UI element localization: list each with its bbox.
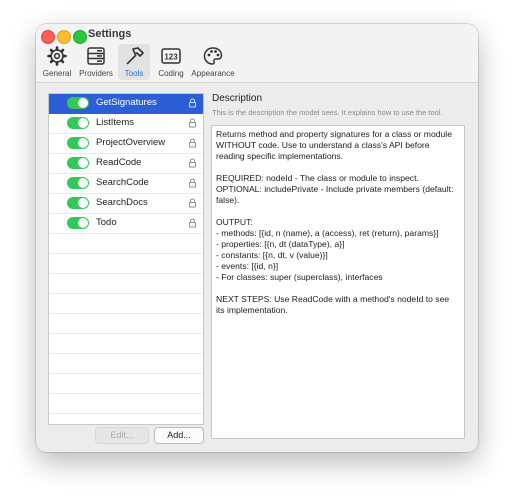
tool-name: SearchCode [96,177,149,188]
description-line: - properties: [{n, dt (dataType), a}] [216,239,345,249]
tool-name: ListItems [96,117,135,128]
description-line: - methods: [{id, n (name), a (access), r… [216,228,439,238]
lock-icon [189,218,196,228]
tool-row-readcode[interactable]: ReadCode [49,154,203,174]
lock-icon [189,158,196,168]
tool-toggle[interactable] [67,117,89,129]
description-line: NEXT STEPS: Use ReadCode with a method's… [216,294,450,315]
edit-button[interactable]: Edit... [95,427,149,444]
description-blank-line [216,206,460,217]
toggle-knob [78,138,88,148]
svg-text:123: 123 [164,53,178,62]
empty-row [49,314,203,334]
empty-row [49,414,203,424]
tab-general[interactable]: General [40,44,74,80]
toggle-knob [78,178,88,188]
tab-tools[interactable]: Tools [118,44,150,80]
toggle-knob [78,98,88,108]
tool-name: ProjectOverview [96,137,166,148]
tool-row-listitems[interactable]: ListItems [49,114,203,134]
tool-row-searchdocs[interactable]: SearchDocs [49,194,203,214]
empty-row [49,374,203,394]
description-subtitle: This is the description the model sees. … [212,108,443,117]
description-line: - events: [{id, n}] [216,261,279,271]
hammer-icon [126,47,144,65]
window-title: Settings [88,28,132,40]
tool-toggle[interactable] [67,157,89,169]
titlebar: Settings General Providers Tools 123 Cod… [36,24,478,83]
empty-row [49,234,203,254]
empty-row [49,294,203,314]
description-line: - For classes: super (superclass), inter… [216,272,383,282]
description-line: OPTIONAL: includePrivate - Include priva… [216,184,454,205]
zoom-button[interactable] [73,30,87,44]
tab-tools-label: Tools [124,69,144,78]
tab-providers-label: Providers [79,69,113,78]
lock-icon [189,178,196,188]
empty-row [49,274,203,294]
tool-name: GetSignatures [96,97,157,108]
tool-name: Todo [96,217,117,228]
tool-toggle[interactable] [67,177,89,189]
toggle-knob [78,198,88,208]
toggle-knob [78,158,88,168]
palette-icon [203,47,223,65]
description-line: - constants: [{n, dt, v (value)}] [216,250,328,260]
tab-coding-label: Coding [158,69,184,78]
tools-list[interactable]: GetSignatures ListItems ProjectOverview … [48,93,204,425]
empty-row [49,334,203,354]
minimize-button[interactable] [57,30,71,44]
numbers-icon: 123 [161,48,181,64]
tool-row-getsignatures[interactable]: GetSignatures [49,94,203,114]
empty-row [49,354,203,374]
add-button[interactable]: Add... [154,427,204,444]
tool-row-projectoverview[interactable]: ProjectOverview [49,134,203,154]
tool-toggle[interactable] [67,137,89,149]
description-textarea[interactable]: Returns method and property signatures f… [211,125,465,439]
lock-icon [189,98,196,108]
gear-icon [47,46,67,66]
description-line: REQUIRED: nodeId - The class or module t… [216,173,419,183]
toggle-knob [78,218,88,228]
settings-window: Settings General Providers Tools 123 Cod… [36,24,478,452]
tab-providers[interactable]: Providers [76,44,116,80]
empty-row [49,254,203,274]
empty-row [49,394,203,414]
tool-toggle[interactable] [67,97,89,109]
description-blank-line [216,283,460,294]
tab-appearance[interactable]: Appearance [191,44,235,80]
tab-coding[interactable]: 123 Coding [156,44,186,80]
close-button[interactable] [41,30,55,44]
lock-icon [189,118,196,128]
tool-name: ReadCode [96,157,142,168]
tab-appearance-label: Appearance [191,69,235,78]
server-icon [87,47,105,65]
tool-name: SearchDocs [96,197,148,208]
tool-row-searchcode[interactable]: SearchCode [49,174,203,194]
description-blank-line [216,162,460,173]
tool-toggle[interactable] [67,217,89,229]
description-line: Returns method and property signatures f… [216,129,452,161]
description-line: OUTPUT: [216,217,253,227]
lock-icon [189,198,196,208]
lock-icon [189,138,196,148]
tool-toggle[interactable] [67,197,89,209]
toggle-knob [78,118,88,128]
tab-general-label: General [42,69,72,78]
tool-row-todo[interactable]: Todo [49,214,203,234]
description-heading: Description [212,93,263,104]
